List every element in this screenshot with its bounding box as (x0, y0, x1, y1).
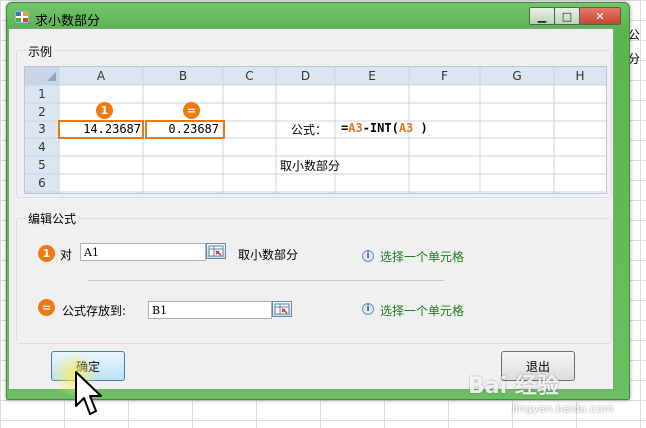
row-header: 4 (38, 140, 46, 154)
cell-b3-value: 0.23687 (168, 122, 219, 136)
close-button[interactable]: ✕ (579, 7, 621, 25)
badge-one: 1 (96, 102, 113, 119)
row-header: 2 (38, 105, 46, 119)
column-header: F (441, 69, 448, 83)
mouse-cursor-icon (75, 371, 102, 415)
row-header: 1 (38, 87, 46, 101)
column-header: E (368, 69, 376, 83)
maximize-button[interactable]: □ (554, 7, 580, 25)
row-header: 3 (38, 122, 46, 136)
title-bar[interactable]: 求小数部分 ▁ □ ✕ (7, 3, 629, 31)
column-header: H (575, 69, 585, 83)
edit-formula-group (16, 218, 612, 344)
window-controls: ▁ □ ✕ (529, 7, 621, 25)
watermark-logo: Bai 经验 (468, 374, 559, 399)
range-select-icon (208, 245, 224, 257)
row1-label: 对 (60, 248, 73, 262)
minimize-icon: ▁ (537, 9, 547, 23)
source-cell-picker-button[interactable] (206, 243, 226, 259)
column-header: C (245, 69, 254, 83)
formula-ref: A3 (398, 121, 414, 135)
row1-hint: 选择一个单元格 (380, 250, 465, 264)
row2-label: 公式存放到: (62, 304, 127, 318)
range-select-icon (274, 303, 290, 315)
row2-hint: 选择一个单元格 (380, 304, 465, 318)
app-icon (15, 11, 29, 23)
info-icon: i (362, 303, 374, 315)
source-cell-input[interactable]: A1 (80, 243, 206, 261)
info-icon: i (362, 250, 374, 262)
column-header: G (512, 69, 522, 83)
close-icon: ✕ (595, 9, 605, 23)
formula-close: ) (413, 121, 428, 135)
column-header: B (178, 69, 188, 83)
maximize-icon: □ (561, 9, 573, 23)
row-header: 6 (38, 176, 46, 190)
column-header: A (96, 69, 106, 83)
badge-equals: = (38, 299, 55, 316)
edit-group-label: 编辑公式 (26, 210, 79, 227)
sample-grid: A B C D E F G H 1 2 3 4 5 6 14.23687 0.2… (24, 66, 607, 194)
badge-equals: = (183, 102, 200, 119)
row1-suffix: 取小数部分 (238, 248, 299, 262)
formula-function: -INT( (362, 121, 399, 135)
example-group-label: 示例 (26, 43, 55, 60)
column-header: D (300, 69, 311, 83)
row-header: 5 (38, 158, 46, 172)
formula-ref: A3 (348, 121, 363, 135)
minimize-button[interactable]: ▁ (529, 7, 555, 25)
watermark-url: jingyan.baidu.com (512, 402, 614, 415)
formula-description: 取小数部分 (280, 159, 341, 173)
formula-text: =A3-INT(A3 ) (341, 121, 428, 135)
window-title: 求小数部分 (35, 14, 101, 29)
target-cell-input[interactable]: B1 (148, 301, 272, 319)
formula-label: 公式： (291, 123, 328, 137)
badge-one: 1 (38, 245, 55, 262)
divider (88, 280, 444, 281)
cell-a3-value: 14.23687 (83, 122, 141, 136)
target-cell-picker-button[interactable] (272, 301, 292, 317)
